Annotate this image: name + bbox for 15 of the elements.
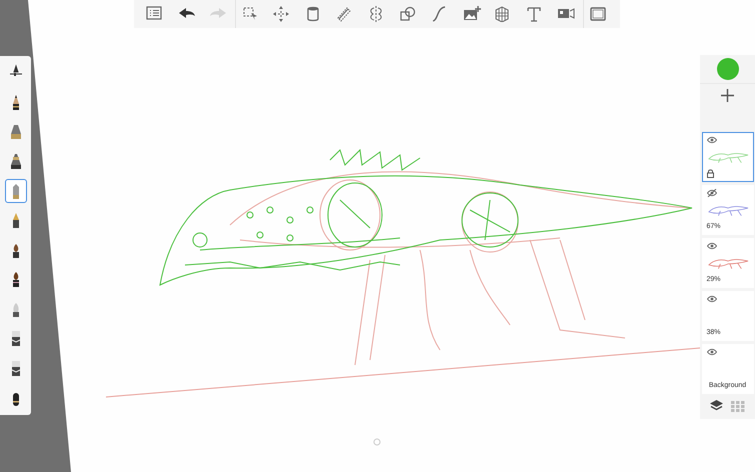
eye-icon[interactable] [706,294,716,303]
fullscreen-icon[interactable] [590,6,608,22]
eye-icon[interactable] [706,136,716,144]
hidden-eye-icon[interactable] [706,188,716,197]
list-icon[interactable] [146,6,164,22]
add-image-icon[interactable] [462,6,481,22]
layer-card[interactable] [702,132,754,182]
color-puck[interactable] [716,58,738,80]
eye-icon[interactable] [706,348,716,356]
shapes-icon[interactable] [400,6,418,22]
eye-icon[interactable] [706,242,716,250]
lock-icon[interactable] [706,168,714,178]
add-layer-icon[interactable] [721,89,734,102]
layers-icon[interactable] [710,400,723,412]
move-arrows-icon[interactable] [273,6,292,22]
